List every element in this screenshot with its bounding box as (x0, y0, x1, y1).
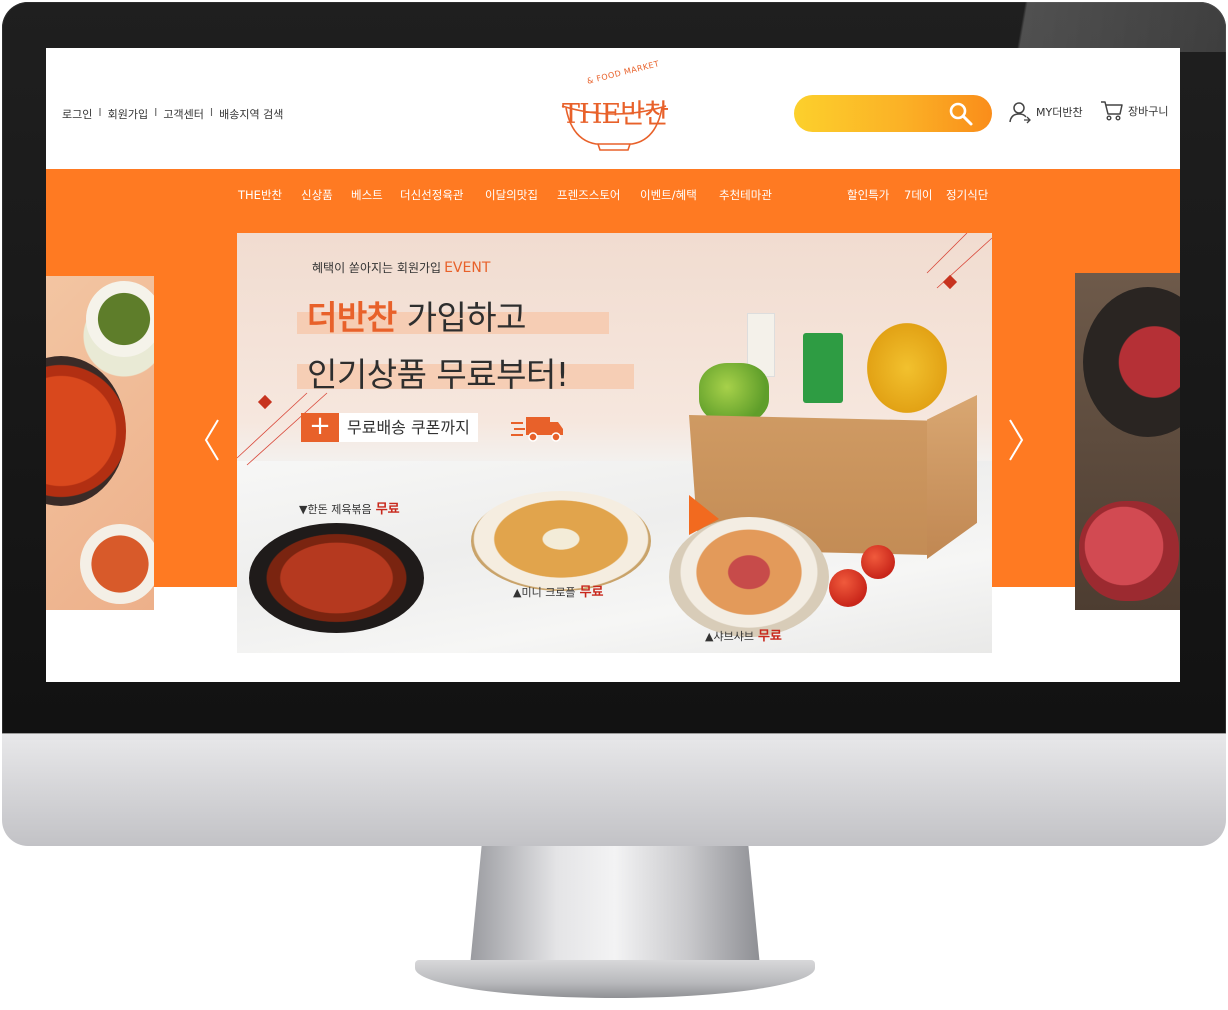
user-icon (1009, 102, 1031, 124)
nav-item-theme[interactable]: 추천테마관 (719, 187, 772, 203)
next-slide-preview[interactable] (1075, 273, 1180, 610)
logo-text: THE반찬 (562, 99, 669, 130)
cart-link[interactable]: 장바구니 (1100, 100, 1168, 122)
nav-item-discount[interactable]: 할인특가 (847, 187, 889, 203)
food-image (1079, 501, 1179, 601)
food-image (80, 524, 154, 604)
my-page-label: MY더반찬 (1036, 106, 1083, 119)
headline-accent: 더반찬 (307, 298, 397, 337)
free-tag: 무료 (579, 585, 604, 600)
logo-subtitle: & FOOD MARKET (586, 59, 661, 86)
plus-icon: + (301, 413, 339, 442)
signup-link[interactable]: 회원가입 (108, 106, 148, 122)
shabu-shabu-dish (669, 517, 829, 637)
nav-item-new[interactable]: 신상품 (301, 187, 333, 203)
tomato-image (861, 545, 895, 579)
truck-icon (511, 417, 563, 442)
food-name: ▼한돈 제육볶음 (299, 503, 372, 516)
delivery-area-search-link[interactable]: 배송지역 검색 (219, 106, 283, 122)
utility-links: 로그인 I 회원가입 I 고객센터 I 배송지역 검색 (62, 106, 283, 122)
food-name: ▲미니 크로플 (513, 586, 576, 599)
bezel-glare (966, 2, 1226, 52)
food-name: ▲샤브샤브 (705, 630, 754, 643)
chevron-right-icon[interactable] (1006, 418, 1026, 462)
link-separator: I (209, 106, 214, 119)
food-label-croffle: ▲미니 크로플 무료 (513, 581, 603, 600)
monitor-chin (2, 733, 1226, 846)
food-label-pork: ▼한돈 제육볶음 무료 (299, 498, 400, 517)
cart-label: 장바구니 (1128, 105, 1169, 118)
cart-icon (1101, 101, 1123, 121)
banner-subheadline: 인기상품 무료부터! (307, 355, 569, 394)
nav-item-friends-store[interactable]: 프렌즈스토어 (557, 187, 620, 203)
link-separator: I (98, 106, 102, 119)
nav-item-best[interactable]: 베스트 (351, 187, 383, 203)
event-word: EVENT (444, 260, 491, 276)
box-side (927, 395, 977, 559)
main-banner[interactable]: 혜택이 쏟아지는 회원가입 EVENT 더반찬 가입하고 인기상품 무료부터! +… (237, 233, 992, 653)
food-image (46, 356, 126, 506)
event-prefix: 혜택이 쏟아지는 회원가입 (312, 261, 442, 275)
login-link[interactable]: 로그인 (62, 106, 92, 122)
nav-item-subscription[interactable]: 정기식단 (946, 187, 988, 203)
food-image (86, 281, 154, 357)
nav-item-the-banchan[interactable]: THE반찬 (238, 187, 282, 203)
monitor-stand-base (415, 960, 815, 998)
nav-item-event[interactable]: 이벤트/혜택 (640, 187, 697, 203)
website-screen: 로그인 I 회원가입 I 고객센터 I 배송지역 검색 & FOOD MARKE… (46, 48, 1180, 682)
search-input[interactable] (794, 95, 992, 132)
food-image (1083, 287, 1180, 437)
croffle-dish (471, 491, 651, 591)
customer-center-link[interactable]: 고객센터 (163, 106, 203, 122)
link-separator: I (154, 106, 158, 119)
nav-item-7day[interactable]: 7데이 (904, 187, 932, 203)
main-navigation: THE반찬 신상품 베스트 더신선정육관 이달의맛집 프렌즈스토어 이벤트/혜택… (46, 169, 1180, 219)
food-label-shabu: ▲샤브샤브 무료 (705, 625, 782, 644)
monitor-stand-neck (470, 846, 760, 966)
nav-item-monthly-restaurant[interactable]: 이달의맛집 (485, 187, 538, 203)
nav-item-fresh-meat[interactable]: 더신선정육관 (400, 187, 463, 203)
pork-stirfry-dish (249, 523, 424, 633)
site-logo[interactable]: & FOOD MARKET THE반찬 (556, 48, 676, 158)
prev-slide-preview[interactable] (46, 276, 154, 610)
my-page-link[interactable]: MY더반찬 (1008, 100, 1083, 124)
coupon-badge: + 무료배송 쿠폰까지 (301, 413, 478, 442)
event-caption: 혜택이 쏟아지는 회원가입 EVENT (312, 259, 490, 276)
coupon-text: 무료배송 쿠폰까지 (347, 418, 470, 437)
headline-rest: 가입하고 (396, 298, 527, 337)
free-tag: 무료 (757, 629, 782, 644)
tomato-image (829, 569, 867, 607)
banner-headline: 더반찬 가입하고 (307, 291, 527, 339)
chevron-left-icon[interactable] (202, 418, 222, 462)
search-icon[interactable] (948, 101, 974, 127)
free-tag: 무료 (375, 502, 400, 517)
vegetable-pack (803, 333, 843, 403)
